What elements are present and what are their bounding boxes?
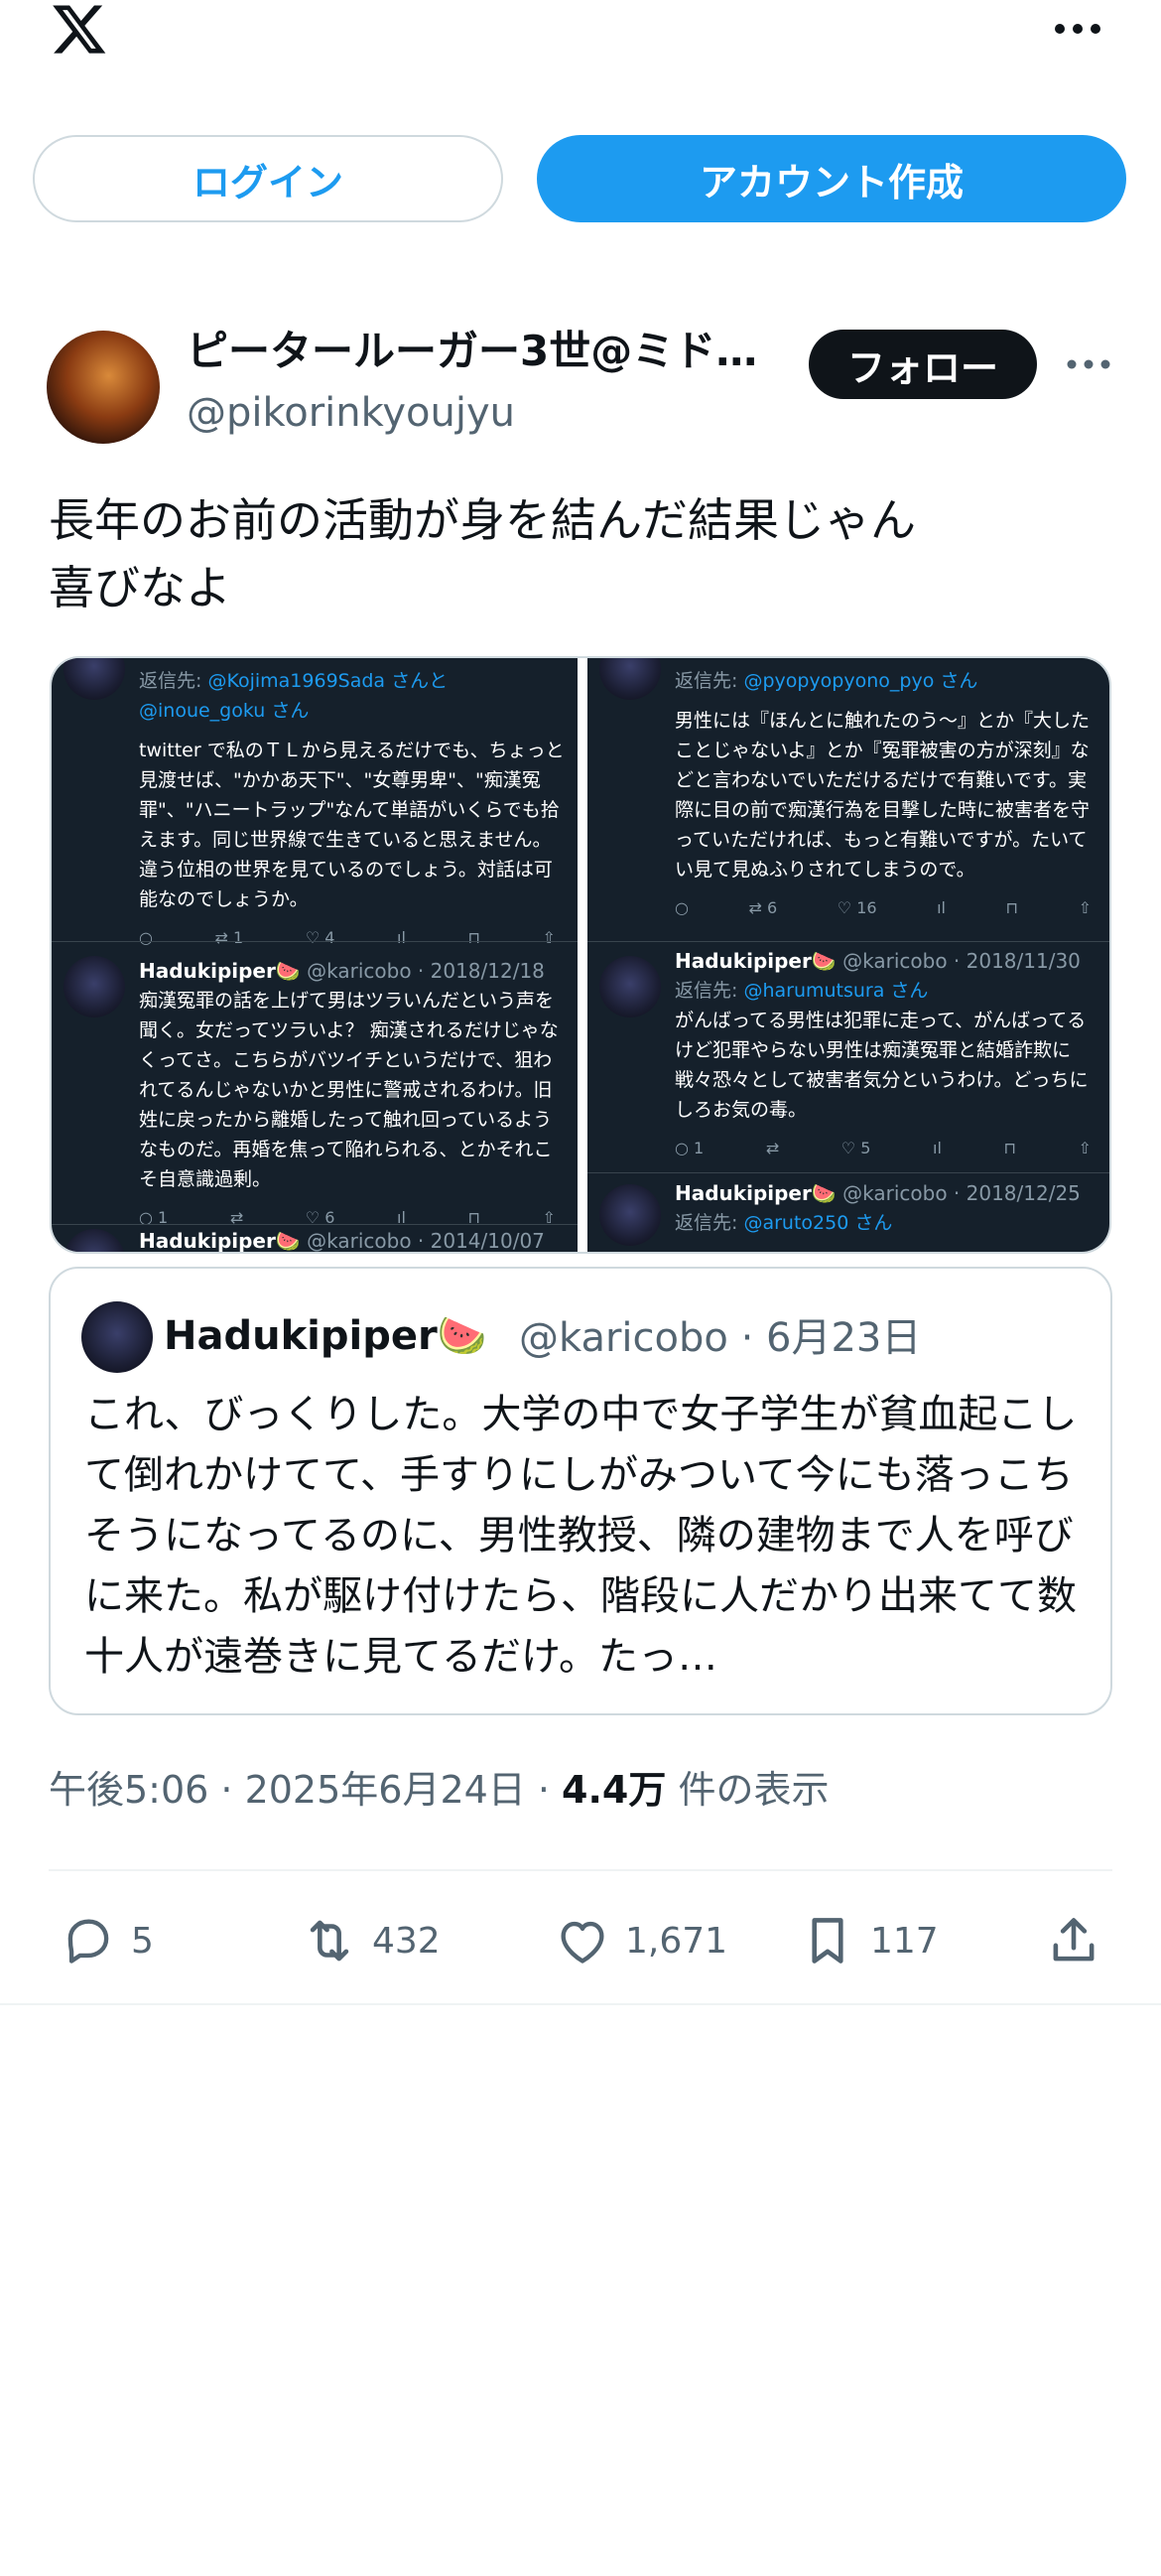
reply-button[interactable]: 5 xyxy=(60,1908,154,1973)
share-button[interactable] xyxy=(1045,1908,1116,1973)
share-icon xyxy=(1053,1918,1095,1962)
view-label: 件の表示 xyxy=(678,1768,830,1812)
screenshot-text: 痴漢冤罪の話を上げて男はツラいんだという声を聞く。女だってツラいよ？ 痴漢される… xyxy=(139,990,559,1190)
avatar[interactable] xyxy=(81,1301,153,1373)
quote-text: これ、びっくりした。大学の中で女子学生が貧血起こして倒れかけてて、手すりにしがみ… xyxy=(84,1392,1078,1680)
media-image-right[interactable]: 返信先: @pyopyopyono_pyo さん 男性には『ほんとに触れたのう〜… xyxy=(587,658,1109,1252)
tweet-more-icon[interactable] xyxy=(1064,349,1113,379)
quote-author-handle[interactable]: @karicobo · 6月23日 xyxy=(519,1310,921,1366)
screenshot-tweet: 返信先: @pyopyopyono_pyo さん 男性には『ほんとに触れたのう〜… xyxy=(587,666,1109,922)
timestamp[interactable]: 午後5:06 · 2025年6月24日 · xyxy=(49,1768,562,1812)
screenshot-actions: ○ ⇄ 1 ♡ 4 ıl ⊓ ⇧ xyxy=(139,928,556,947)
bookmark-button[interactable]: 117 xyxy=(799,1908,939,1973)
retweet-button[interactable]: 432 xyxy=(301,1908,441,1973)
screenshot-text: twitter で私のＴＬから見えるだけでも、ちょっと見渡せば、"かかあ天下"、… xyxy=(139,740,565,910)
screenshot-tweet: Hadukipiper🍉 @karicobo · 2018/11/30 返信先:… xyxy=(587,946,1109,1162)
bookmark-icon xyxy=(812,1918,843,1964)
screenshot-text: 男性には『ほんとに触れたのう〜』とか『大したことじゃないよ』とか『冤罪被害の方が… xyxy=(675,710,1091,881)
tweet-text: 長年のお前の活動が身を結んだ結果じゃん 喜びなよ xyxy=(49,493,916,614)
screenshot-text: がんばってる男性は犯罪に走って、がんばってるけど犯罪やらない男性は痴漢冤罪と結婚… xyxy=(675,1010,1089,1121)
create-account-button[interactable]: アカウント作成 xyxy=(537,135,1126,222)
media-image-left[interactable]: 返信先: @Kojima1969Sada さんと @inoue_goku さん … xyxy=(52,658,578,1252)
screenshot-tweet: Hadukipiper🍉 @karicobo · 2018/12/25 返信先:… xyxy=(675,1181,1081,1234)
heart-icon xyxy=(561,1921,604,1964)
more-horizontal-icon[interactable] xyxy=(1050,14,1105,44)
view-count: 4.4万 xyxy=(562,1768,667,1812)
avatar[interactable] xyxy=(47,331,160,444)
author-handle[interactable]: @pikorinkyoujyu xyxy=(187,385,515,441)
tweet-meta: 午後5:06 · 2025年6月24日 · 4.4万 件の表示 xyxy=(49,1762,829,1818)
tweet-media[interactable]: 返信先: @Kojima1969Sada さんと @inoue_goku さん … xyxy=(50,656,1111,1254)
follow-button[interactable]: フォロー xyxy=(809,330,1037,399)
screenshot-tweet: 返信先: @Kojima1969Sada さんと @inoue_goku さん … xyxy=(52,666,578,952)
screenshot-tweet: Hadukipiper🍉 @karicobo · 2014/10/07 xyxy=(139,1229,545,1252)
quote-author-name[interactable]: Hadukipiper🍉 xyxy=(164,1308,487,1364)
screenshot-actions: ○ ⇄ 6 ♡ 16 ıl ⊓ ⇧ xyxy=(675,898,1092,917)
screenshot-actions: ○ 1 ⇄ ♡ 5 ıl ⊓ ⇧ xyxy=(675,1139,1092,1157)
author-display-name[interactable]: ピータールーガー3世@ミド… xyxy=(187,322,762,381)
divider xyxy=(0,2003,1161,2005)
divider xyxy=(49,1869,1112,1871)
login-button[interactable]: ログイン xyxy=(33,135,503,222)
screenshot-tweet: Hadukipiper🍉 @karicobo · 2018/12/18 痴漢冤罪… xyxy=(52,956,578,1232)
like-button[interactable]: 1,671 xyxy=(554,1908,727,1973)
x-logo-icon[interactable] xyxy=(46,0,113,58)
retweet-icon xyxy=(310,1920,349,1962)
reply-icon xyxy=(67,1919,109,1964)
